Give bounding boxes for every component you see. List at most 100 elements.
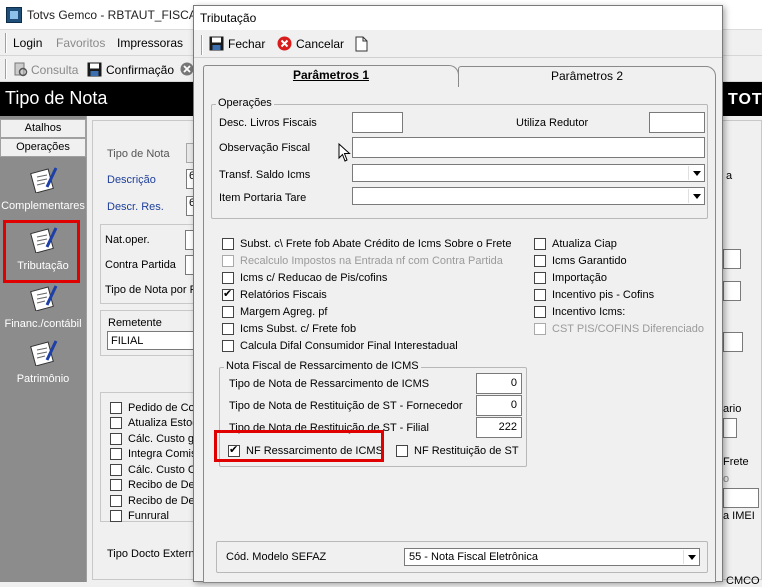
page-title: Tipo de Nota bbox=[5, 88, 108, 108]
check-atualiza-ciap[interactable]: Atualiza Ciap bbox=[534, 235, 704, 252]
cod-modelo-sefaz-select[interactable]: 55 - Nota Fiscal Eletrônica bbox=[404, 548, 700, 566]
check-relatorios-fiscais[interactable]: Relatórios Fiscais bbox=[222, 286, 511, 303]
bg-right-label-frete: Frete bbox=[723, 456, 749, 468]
tipo-ressarcimento-input[interactable]: 0 bbox=[476, 373, 522, 394]
checkbox[interactable] bbox=[110, 432, 122, 445]
bg-checklist: Pedido de Com Atualiza Estoqu Cálc. Cust… bbox=[110, 400, 204, 524]
check-calcula-difal[interactable]: Calcula Difal Consumidor Final Interesta… bbox=[222, 337, 511, 354]
checkbox[interactable] bbox=[110, 494, 122, 507]
right-checklist: Atualiza Ciap Icms Garantido Importação … bbox=[534, 235, 704, 337]
chevron-down-icon[interactable] bbox=[683, 550, 698, 564]
desc-livros-input[interactable] bbox=[352, 112, 403, 133]
checkbox[interactable] bbox=[396, 445, 408, 457]
sidebar-item-complementares[interactable]: Complementares bbox=[0, 165, 86, 212]
chevron-down-icon[interactable] bbox=[688, 166, 703, 180]
check-icms-reducao-pis[interactable]: Icms c/ Reducao de Pis/cofins bbox=[222, 269, 511, 286]
checkbox-label: Cálc. Custo Co bbox=[128, 463, 202, 476]
bg-check-row[interactable]: Pedido de Com bbox=[110, 400, 204, 416]
sidebar-item-label: Complementares bbox=[1, 200, 85, 212]
remetente-field[interactable]: FILIAL bbox=[107, 331, 197, 350]
bg-right-combo[interactable] bbox=[723, 249, 741, 269]
cancelar-button[interactable]: Cancelar bbox=[277, 36, 344, 51]
bg-check-row[interactable]: Cálc. Custo ge bbox=[110, 431, 204, 447]
tipo-restituicao-filial-input[interactable]: 222 bbox=[476, 417, 522, 438]
label-tipo-docto: Tipo Docto Externo bbox=[107, 548, 201, 560]
checkbox[interactable] bbox=[222, 287, 234, 301]
sidebar-tab-atalhos[interactable]: Atalhos bbox=[0, 119, 86, 138]
tab-parametros-1[interactable]: Parâmetros 1 bbox=[203, 65, 459, 87]
menubar-grip bbox=[5, 33, 7, 53]
check-incentivo-icms[interactable]: Incentivo Icms: bbox=[534, 303, 704, 320]
check-subst-frete-fob[interactable]: Subst. c\ Frete fob Abate Crédito de Icm… bbox=[222, 235, 511, 252]
menu-impressoras[interactable]: Impressoras bbox=[117, 36, 183, 50]
checkbox[interactable] bbox=[222, 322, 234, 335]
chevron-down-icon[interactable] bbox=[688, 189, 703, 203]
sidebar-tab-operacoes[interactable]: Operações bbox=[0, 138, 86, 157]
sidebar-item-financ[interactable]: Financ./contábil bbox=[0, 283, 86, 330]
checkbox[interactable] bbox=[222, 237, 234, 250]
bg-right-label-a: a bbox=[726, 170, 733, 182]
checkbox[interactable] bbox=[110, 448, 122, 461]
checkbox[interactable] bbox=[110, 479, 122, 492]
bg-right-combo-2[interactable] bbox=[723, 332, 743, 352]
menu-login[interactable]: Login bbox=[13, 36, 42, 50]
bg-check-row[interactable]: Recibo de Dev bbox=[110, 493, 204, 509]
bg-check-row[interactable]: Integra Comiss bbox=[110, 447, 204, 463]
checkbox[interactable] bbox=[534, 237, 546, 250]
checkbox[interactable] bbox=[534, 271, 546, 284]
fechar-button[interactable]: Fechar bbox=[209, 36, 265, 51]
label-remetente: Remetente bbox=[108, 317, 162, 329]
check-icms-subst-frete[interactable]: Icms Subst. c/ Frete fob bbox=[222, 320, 511, 337]
check-icms-garantido[interactable]: Icms Garantido bbox=[534, 252, 704, 269]
label-transf-saldo: Transf. Saldo Icms bbox=[219, 169, 311, 181]
bg-check-row[interactable]: Recibo de Dev bbox=[110, 478, 204, 494]
item-portaria-select[interactable] bbox=[352, 187, 705, 205]
observacao-fiscal-input[interactable] bbox=[352, 137, 705, 158]
dialog-toolbar-grip bbox=[201, 35, 203, 55]
bg-check-row[interactable]: Funrural bbox=[110, 509, 204, 525]
check-importacao[interactable]: Importação bbox=[534, 269, 704, 286]
bg-check-row[interactable]: Atualiza Estoqu bbox=[110, 416, 204, 432]
document-pen-icon bbox=[30, 285, 58, 312]
checkbox[interactable] bbox=[110, 417, 122, 430]
checkbox[interactable] bbox=[534, 254, 546, 267]
utiliza-redutor-input[interactable] bbox=[649, 112, 705, 133]
checkbox-label: Atualiza Ciap bbox=[552, 237, 617, 250]
tributacao-dialog: Tributação Fechar Cancelar Parâmetros 2 … bbox=[193, 5, 723, 583]
checkbox[interactable] bbox=[222, 305, 234, 318]
checkbox[interactable] bbox=[110, 510, 122, 523]
toolbar-consulta-button[interactable]: Consulta bbox=[31, 63, 78, 77]
check-nf-restituicao[interactable]: NF Restituição de ST bbox=[396, 445, 519, 457]
bg-right-field-3[interactable] bbox=[723, 488, 759, 508]
tab-label: Parâmetros 1 bbox=[292, 68, 370, 82]
menu-favoritos[interactable]: Favoritos bbox=[56, 36, 105, 50]
check-margem-agreg[interactable]: Margem Agreg. pf bbox=[222, 303, 511, 320]
transf-saldo-select[interactable] bbox=[352, 164, 705, 182]
checkbox[interactable] bbox=[222, 271, 234, 284]
checkbox-label: NF Restituição de ST bbox=[414, 445, 519, 457]
checkbox-label: Icms Subst. c/ Frete fob bbox=[240, 322, 357, 335]
check-incentivo-pis[interactable]: Incentivo pis - Cofins bbox=[534, 286, 704, 303]
checkbox[interactable] bbox=[534, 288, 546, 301]
bg-check-row[interactable]: Cálc. Custo Co bbox=[110, 462, 204, 478]
checkbox-label: Icms c/ Reducao de Pis/cofins bbox=[240, 271, 388, 284]
checkbox[interactable] bbox=[110, 401, 122, 414]
bg-right-field[interactable] bbox=[723, 281, 741, 301]
new-document-icon[interactable] bbox=[355, 36, 368, 52]
sidebar-item-patrimonio[interactable]: Patrimônio bbox=[0, 338, 86, 385]
label-tipo-nota-por: Tipo de Nota por F bbox=[105, 284, 197, 296]
label-contra-partida: Contra Partida bbox=[105, 259, 176, 271]
label-tipo-ressarcimento: Tipo de Nota de Ressarcimento de ICMS bbox=[229, 378, 430, 390]
checkbox-label: Cálc. Custo ge bbox=[128, 432, 201, 445]
checkbox-label: Subst. c\ Frete fob Abate Crédito de Icm… bbox=[240, 237, 512, 250]
toolbar-confirmacao-button[interactable]: Confirmação bbox=[106, 63, 174, 77]
tipo-restituicao-fornecedor-input[interactable]: 0 bbox=[476, 395, 522, 416]
checkbox[interactable] bbox=[222, 339, 234, 352]
checkbox bbox=[222, 254, 234, 267]
bg-right-label-imei: a IMEI bbox=[723, 510, 755, 522]
bg-right-field-2[interactable] bbox=[723, 418, 737, 438]
check-cst-pis-cofins: CST PIS/COFINS Diferenciado bbox=[534, 320, 704, 337]
checkbox[interactable] bbox=[534, 305, 546, 318]
checkbox-label: Relatórios Fiscais bbox=[240, 288, 327, 301]
checkbox[interactable] bbox=[110, 463, 122, 476]
